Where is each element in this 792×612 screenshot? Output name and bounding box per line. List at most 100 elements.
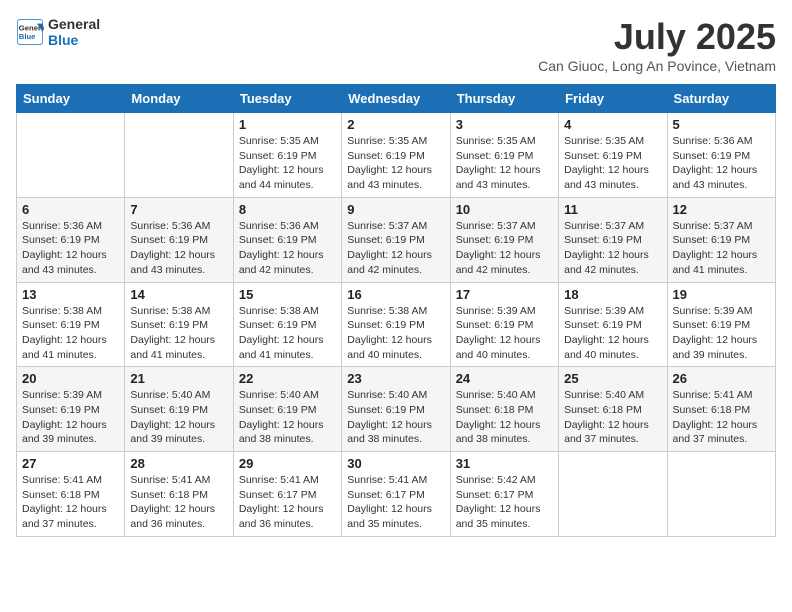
title-area: July 2025 Can Giuoc, Long An Povince, Vi…	[538, 16, 776, 74]
weekday-header-saturday: Saturday	[667, 85, 775, 113]
day-number: 20	[22, 371, 119, 386]
day-info: Sunrise: 5:36 AM Sunset: 6:19 PM Dayligh…	[22, 219, 119, 278]
day-info: Sunrise: 5:37 AM Sunset: 6:19 PM Dayligh…	[456, 219, 553, 278]
day-number: 25	[564, 371, 661, 386]
day-number: 22	[239, 371, 336, 386]
calendar-cell	[559, 452, 667, 537]
calendar-cell: 21Sunrise: 5:40 AM Sunset: 6:19 PM Dayli…	[125, 367, 233, 452]
day-number: 5	[673, 117, 770, 132]
day-number: 14	[130, 287, 227, 302]
calendar-cell: 7Sunrise: 5:36 AM Sunset: 6:19 PM Daylig…	[125, 197, 233, 282]
day-info: Sunrise: 5:37 AM Sunset: 6:19 PM Dayligh…	[347, 219, 444, 278]
weekday-header-row: SundayMondayTuesdayWednesdayThursdayFrid…	[17, 85, 776, 113]
location-subtitle: Can Giuoc, Long An Povince, Vietnam	[538, 58, 776, 74]
calendar-cell: 13Sunrise: 5:38 AM Sunset: 6:19 PM Dayli…	[17, 282, 125, 367]
calendar-cell: 29 Sunrise: 5:41 AM Sunset: 6:17 PM Dayli…	[233, 452, 341, 537]
logo: General Blue General Blue	[16, 16, 100, 48]
calendar-cell: 16Sunrise: 5:38 AM Sunset: 6:19 PM Dayli…	[342, 282, 450, 367]
day-info: Sunrise: 5:40 AM Sunset: 6:19 PM Dayligh…	[347, 388, 444, 447]
day-info: Sunrise: 5:41 AM Sunset: 6:18 PM Dayligh…	[130, 473, 227, 532]
calendar-cell: 8 Sunrise: 5:36 AM Sunset: 6:19 PM Daylig…	[233, 197, 341, 282]
day-number: 12	[673, 202, 770, 217]
day-info: Sunrise: 5:35 AM Sunset: 6:19 PM Dayligh…	[456, 134, 553, 193]
calendar-cell: 26Sunrise: 5:41 AM Sunset: 6:18 PM Dayli…	[667, 367, 775, 452]
calendar-cell: 20 Sunrise: 5:39 AM Sunset: 6:19 PM Dayli…	[17, 367, 125, 452]
day-number: 27	[22, 456, 119, 471]
day-info: Sunrise: 5:38 AM Sunset: 6:19 PM Dayligh…	[130, 304, 227, 363]
calendar-cell: 1 Sunrise: 5:35 AM Sunset: 6:19 PM Daylig…	[233, 113, 341, 198]
day-info: Sunrise: 5:36 AM Sunset: 6:19 PM Dayligh…	[239, 219, 336, 278]
week-row-5: 27 Sunrise: 5:41 AM Sunset: 6:18 PM Dayli…	[17, 452, 776, 537]
calendar-cell: 17 Sunrise: 5:39 AM Sunset: 6:19 PM Dayli…	[450, 282, 558, 367]
day-info: Sunrise: 5:35 AM Sunset: 6:19 PM Dayligh…	[347, 134, 444, 193]
calendar-cell: 2Sunrise: 5:35 AM Sunset: 6:19 PM Daylig…	[342, 113, 450, 198]
day-info: Sunrise: 5:36 AM Sunset: 6:19 PM Dayligh…	[130, 219, 227, 278]
calendar-cell: 23Sunrise: 5:40 AM Sunset: 6:19 PM Dayli…	[342, 367, 450, 452]
calendar-cell: 4Sunrise: 5:35 AM Sunset: 6:19 PM Daylig…	[559, 113, 667, 198]
day-number: 24	[456, 371, 553, 386]
calendar-table: SundayMondayTuesdayWednesdayThursdayFrid…	[16, 84, 776, 537]
calendar-cell	[125, 113, 233, 198]
calendar-cell: 10 Sunrise: 5:37 AM Sunset: 6:19 PM Dayli…	[450, 197, 558, 282]
calendar-cell: 22 Sunrise: 5:40 AM Sunset: 6:19 PM Dayli…	[233, 367, 341, 452]
calendar-cell: 27 Sunrise: 5:41 AM Sunset: 6:18 PM Dayli…	[17, 452, 125, 537]
weekday-header-thursday: Thursday	[450, 85, 558, 113]
day-number: 11	[564, 202, 661, 217]
header: General Blue General Blue July 2025 Can …	[16, 16, 776, 74]
day-info: Sunrise: 5:37 AM Sunset: 6:19 PM Dayligh…	[564, 219, 661, 278]
calendar-cell: 14 Sunrise: 5:38 AM Sunset: 6:19 PM Dayli…	[125, 282, 233, 367]
day-number: 19	[673, 287, 770, 302]
calendar-cell: 30Sunrise: 5:41 AM Sunset: 6:17 PM Dayli…	[342, 452, 450, 537]
calendar-cell: 6 Sunrise: 5:36 AM Sunset: 6:19 PM Daylig…	[17, 197, 125, 282]
day-info: Sunrise: 5:39 AM Sunset: 6:19 PM Dayligh…	[673, 304, 770, 363]
svg-text:Blue: Blue	[19, 32, 36, 41]
day-info: Sunrise: 5:40 AM Sunset: 6:18 PM Dayligh…	[456, 388, 553, 447]
week-row-3: 13Sunrise: 5:38 AM Sunset: 6:19 PM Dayli…	[17, 282, 776, 367]
calendar-cell: 3Sunrise: 5:35 AM Sunset: 6:19 PM Daylig…	[450, 113, 558, 198]
calendar-cell: 9 Sunrise: 5:37 AM Sunset: 6:19 PM Daylig…	[342, 197, 450, 282]
day-info: Sunrise: 5:41 AM Sunset: 6:17 PM Dayligh…	[239, 473, 336, 532]
day-number: 18	[564, 287, 661, 302]
day-number: 6	[22, 202, 119, 217]
day-number: 8	[239, 202, 336, 217]
day-info: Sunrise: 5:40 AM Sunset: 6:19 PM Dayligh…	[239, 388, 336, 447]
calendar-cell	[17, 113, 125, 198]
calendar-cell: 11 Sunrise: 5:37 AM Sunset: 6:19 PM Dayli…	[559, 197, 667, 282]
calendar-cell	[667, 452, 775, 537]
day-info: Sunrise: 5:35 AM Sunset: 6:19 PM Dayligh…	[239, 134, 336, 193]
day-number: 30	[347, 456, 444, 471]
calendar-cell: 31 Sunrise: 5:42 AM Sunset: 6:17 PM Dayli…	[450, 452, 558, 537]
week-row-1: 1 Sunrise: 5:35 AM Sunset: 6:19 PM Daylig…	[17, 113, 776, 198]
day-number: 10	[456, 202, 553, 217]
calendar-cell: 24 Sunrise: 5:40 AM Sunset: 6:18 PM Dayli…	[450, 367, 558, 452]
day-info: Sunrise: 5:38 AM Sunset: 6:19 PM Dayligh…	[22, 304, 119, 363]
calendar-cell: 5 Sunrise: 5:36 AM Sunset: 6:19 PM Daylig…	[667, 113, 775, 198]
day-info: Sunrise: 5:39 AM Sunset: 6:19 PM Dayligh…	[22, 388, 119, 447]
day-info: Sunrise: 5:39 AM Sunset: 6:19 PM Dayligh…	[564, 304, 661, 363]
day-number: 26	[673, 371, 770, 386]
day-info: Sunrise: 5:41 AM Sunset: 6:18 PM Dayligh…	[22, 473, 119, 532]
day-number: 21	[130, 371, 227, 386]
day-info: Sunrise: 5:42 AM Sunset: 6:17 PM Dayligh…	[456, 473, 553, 532]
day-number: 31	[456, 456, 553, 471]
calendar-cell: 18 Sunrise: 5:39 AM Sunset: 6:19 PM Dayli…	[559, 282, 667, 367]
calendar-cell: 28 Sunrise: 5:41 AM Sunset: 6:18 PM Dayli…	[125, 452, 233, 537]
day-info: Sunrise: 5:36 AM Sunset: 6:19 PM Dayligh…	[673, 134, 770, 193]
week-row-2: 6 Sunrise: 5:36 AM Sunset: 6:19 PM Daylig…	[17, 197, 776, 282]
calendar-cell: 15Sunrise: 5:38 AM Sunset: 6:19 PM Dayli…	[233, 282, 341, 367]
weekday-header-wednesday: Wednesday	[342, 85, 450, 113]
day-number: 9	[347, 202, 444, 217]
day-number: 28	[130, 456, 227, 471]
week-row-4: 20 Sunrise: 5:39 AM Sunset: 6:19 PM Dayli…	[17, 367, 776, 452]
day-info: Sunrise: 5:37 AM Sunset: 6:19 PM Dayligh…	[673, 219, 770, 278]
calendar-cell: 19 Sunrise: 5:39 AM Sunset: 6:19 PM Dayli…	[667, 282, 775, 367]
day-number: 17	[456, 287, 553, 302]
weekday-header-friday: Friday	[559, 85, 667, 113]
day-number: 4	[564, 117, 661, 132]
calendar-cell: 12 Sunrise: 5:37 AM Sunset: 6:19 PM Dayli…	[667, 197, 775, 282]
logo-general: General	[48, 16, 100, 32]
day-info: Sunrise: 5:40 AM Sunset: 6:18 PM Dayligh…	[564, 388, 661, 447]
day-info: Sunrise: 5:39 AM Sunset: 6:19 PM Dayligh…	[456, 304, 553, 363]
day-number: 29	[239, 456, 336, 471]
day-number: 1	[239, 117, 336, 132]
